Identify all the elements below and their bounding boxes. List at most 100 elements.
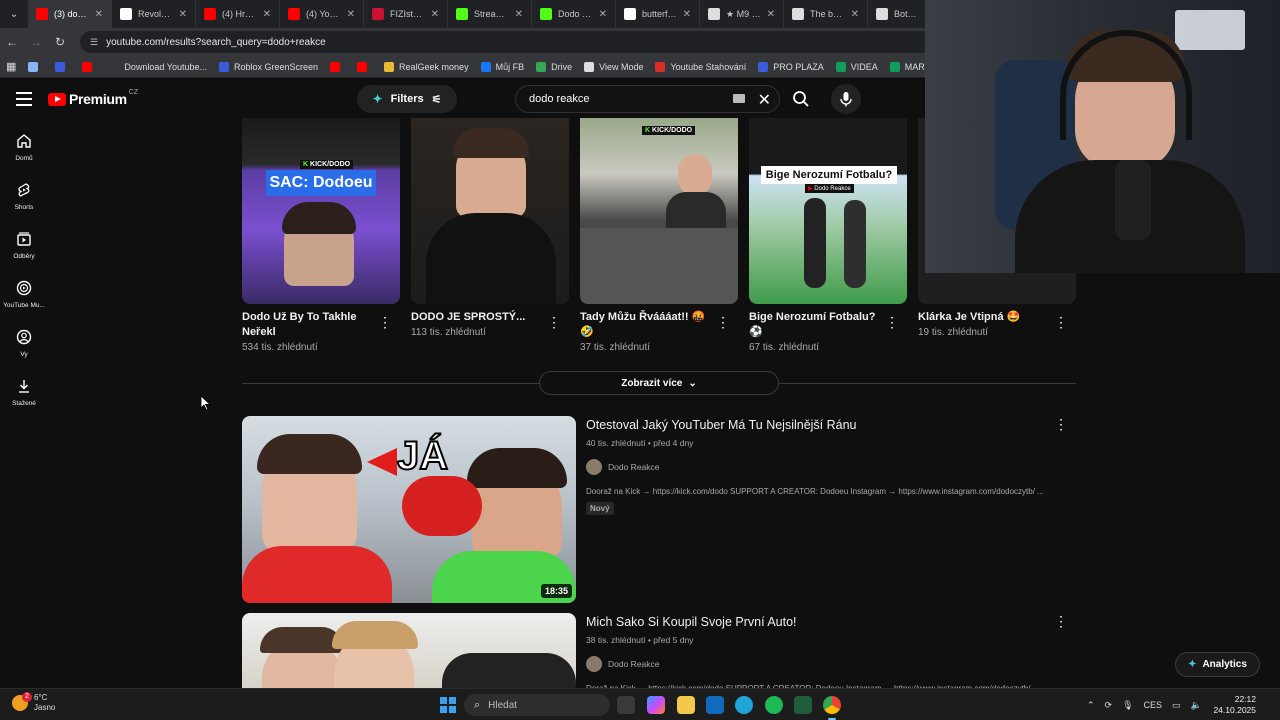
bookmark[interactable]: PRO PLAZA bbox=[752, 61, 830, 72]
weather-widget[interactable]: 2 6°C Jasno bbox=[12, 692, 55, 713]
browser-tab[interactable]: (3) dodo r ✕ bbox=[28, 0, 112, 28]
short-card[interactable]: Bige Nerozumí Fotbalu? ▶ Dodo Reakce Big… bbox=[749, 118, 907, 353]
menu-icon[interactable] bbox=[16, 92, 32, 106]
bookmark[interactable]: Download Youtube... bbox=[103, 61, 213, 72]
analytics-button[interactable]: ✦ Analytics bbox=[1175, 652, 1260, 677]
microphone-tray-icon[interactable]: 🎙 bbox=[1122, 700, 1133, 711]
video-thumbnail[interactable] bbox=[242, 613, 576, 688]
more-actions-icon[interactable]: ⋮ bbox=[1054, 314, 1068, 331]
more-actions-icon[interactable]: ⋮ bbox=[378, 314, 392, 331]
language-indicator[interactable]: CES bbox=[1144, 700, 1163, 710]
bookmark[interactable]: View Mode bbox=[578, 61, 649, 72]
edge-icon[interactable] bbox=[735, 696, 753, 714]
back-icon[interactable]: ← bbox=[0, 35, 24, 49]
browser-tab[interactable]: Revolut | R ✕ bbox=[112, 0, 196, 28]
sidebar-item-you[interactable]: Vy bbox=[0, 326, 48, 358]
browser-tab[interactable]: ★ M9 Bay ✕ bbox=[700, 0, 784, 28]
sidebar-item-home[interactable]: Domů bbox=[0, 130, 48, 162]
site-info-icon[interactable]: ☰ bbox=[90, 37, 98, 48]
spotify-icon[interactable] bbox=[765, 696, 783, 714]
short-title[interactable]: Bige Nerozumí Fotbalu? ⚽ bbox=[749, 310, 884, 340]
video-title[interactable]: Otestoval Jaký YouTuber Má Tu Nejsilnějš… bbox=[586, 418, 1056, 432]
close-tab-icon[interactable]: ✕ bbox=[599, 9, 607, 20]
taskview-icon[interactable] bbox=[617, 696, 635, 714]
video-thumbnail[interactable]: JÁ 18:35 bbox=[242, 416, 576, 603]
browser-tab[interactable]: (4) Hrál Js ✕ bbox=[196, 0, 280, 28]
video-title[interactable]: Mich Sako Si Koupil Svoje První Auto! bbox=[586, 615, 1056, 629]
close-tab-icon[interactable]: ✕ bbox=[515, 9, 523, 20]
copilot-icon[interactable] bbox=[647, 696, 665, 714]
bookmark[interactable]: Youtube Stahování bbox=[649, 61, 752, 72]
bookmark[interactable] bbox=[49, 61, 76, 72]
short-thumbnail[interactable]: K KICK/DODO bbox=[580, 118, 738, 304]
close-tab-icon[interactable]: ✕ bbox=[767, 9, 775, 20]
short-card[interactable]: K KICK/DODO Tady Můžu Řváááat!! 🤬🤣 37 ti… bbox=[580, 118, 738, 353]
short-thumbnail[interactable]: K KICK/DODO SAC: Dodoeu bbox=[242, 118, 400, 304]
short-thumbnail[interactable]: Bige Nerozumí Fotbalu? ▶ Dodo Reakce bbox=[749, 118, 907, 304]
close-tab-icon[interactable]: ✕ bbox=[95, 9, 103, 20]
youtube-premium-logo[interactable]: Premium CZ bbox=[48, 89, 138, 107]
channel-link[interactable]: Dodo Reakce bbox=[586, 459, 1056, 475]
video-result[interactable]: JÁ 18:35 Otestoval Jaký YouTuber Má Tu N… bbox=[242, 416, 1076, 603]
clear-search-icon[interactable]: ✕ bbox=[758, 90, 771, 110]
file-explorer-icon[interactable] bbox=[677, 696, 695, 714]
search-button[interactable] bbox=[785, 85, 817, 113]
more-actions-icon[interactable]: ⋮ bbox=[1054, 613, 1068, 630]
short-title[interactable]: Klárka Je Vtipná 🤩 bbox=[918, 310, 1053, 325]
more-actions-icon[interactable]: ⋮ bbox=[885, 314, 899, 331]
close-tab-icon[interactable]: ✕ bbox=[263, 9, 271, 20]
bookmark[interactable] bbox=[76, 61, 103, 72]
start-button[interactable] bbox=[440, 697, 456, 713]
filters-button[interactable]: ✦ Filters ⚟ bbox=[357, 85, 457, 113]
tray-chevron-icon[interactable]: ⌃ bbox=[1087, 700, 1095, 711]
sidebar-item-downloads[interactable]: Stažené bbox=[0, 375, 48, 407]
bookmark[interactable] bbox=[22, 61, 49, 72]
browser-tab[interactable]: (4) YouTub ✕ bbox=[280, 0, 364, 28]
more-actions-icon[interactable]: ⋮ bbox=[716, 314, 730, 331]
close-tab-icon[interactable]: ✕ bbox=[851, 9, 859, 20]
browser-tab[interactable]: butterfly d ✕ bbox=[616, 0, 700, 28]
bookmark[interactable]: Drive bbox=[530, 61, 578, 72]
browser-tab[interactable]: The best C ✕ bbox=[784, 0, 868, 28]
bookmark[interactable]: VIDEA bbox=[830, 61, 884, 72]
short-title[interactable]: Tady Můžu Řváááat!! 🤬🤣 bbox=[580, 310, 715, 340]
keyboard-icon[interactable] bbox=[733, 94, 745, 103]
close-tab-icon[interactable]: ✕ bbox=[347, 9, 355, 20]
browser-tab[interactable]: Stream - K ✕ bbox=[448, 0, 532, 28]
forward-icon[interactable]: → bbox=[24, 35, 48, 49]
clock[interactable]: 22:12 24.10.2025 bbox=[1206, 694, 1256, 716]
tab-search-icon[interactable]: ⌄ bbox=[0, 0, 28, 28]
show-more-button[interactable]: Zobrazit více ⌄ bbox=[539, 371, 779, 395]
taskbar-search[interactable]: ⌕ Hledat bbox=[464, 694, 610, 716]
chrome-icon[interactable] bbox=[823, 696, 841, 720]
short-card[interactable]: DODO JE SPROSTÝ... 113 tis. zhlédnutí ⋮ bbox=[411, 118, 569, 338]
short-card[interactable]: K KICK/DODO SAC: Dodoeu Dodo Už By To Ta… bbox=[242, 118, 400, 353]
short-thumbnail[interactable] bbox=[411, 118, 569, 304]
network-icon[interactable]: ▭ bbox=[1172, 700, 1181, 711]
search-input[interactable]: dodo reakce ✕ bbox=[515, 85, 780, 113]
bookmark[interactable]: RealGeek money bbox=[378, 61, 475, 72]
bookmark[interactable] bbox=[324, 61, 351, 72]
more-actions-icon[interactable]: ⋮ bbox=[1054, 416, 1068, 433]
short-title[interactable]: Dodo Už By To Takhle Neřekl bbox=[242, 310, 377, 340]
sidebar-item-youtube-music[interactable]: YouTube Mu... bbox=[0, 277, 48, 309]
reload-icon[interactable]: ↻ bbox=[48, 35, 72, 49]
more-actions-icon[interactable]: ⋮ bbox=[547, 314, 561, 331]
outlook-icon[interactable] bbox=[706, 696, 724, 714]
channel-link[interactable]: Dodo Reakce bbox=[586, 656, 1056, 672]
voice-search-button[interactable] bbox=[831, 84, 861, 114]
sync-icon[interactable]: ⟳ bbox=[1105, 700, 1113, 711]
close-tab-icon[interactable]: ✕ bbox=[683, 9, 691, 20]
sidebar-item-shorts[interactable]: Shorts bbox=[0, 179, 48, 211]
browser-tab[interactable]: FIZIstyle - ✕ bbox=[364, 0, 448, 28]
close-tab-icon[interactable]: ✕ bbox=[179, 9, 187, 20]
short-title[interactable]: DODO JE SPROSTÝ... bbox=[411, 310, 546, 325]
bookmark[interactable] bbox=[351, 61, 378, 72]
browser-tab[interactable]: BotRix bbox=[868, 0, 928, 28]
bookmark[interactable]: Roblox GreenScreen bbox=[213, 61, 324, 72]
sidebar-item-subscriptions[interactable]: Odběry bbox=[0, 228, 48, 260]
apps-grid-icon[interactable]: ▦ bbox=[0, 60, 22, 73]
volume-icon[interactable]: 🔈 bbox=[1191, 700, 1202, 711]
browser-tab[interactable]: Dodo Strea ✕ bbox=[532, 0, 616, 28]
terminal-icon[interactable] bbox=[794, 696, 812, 714]
